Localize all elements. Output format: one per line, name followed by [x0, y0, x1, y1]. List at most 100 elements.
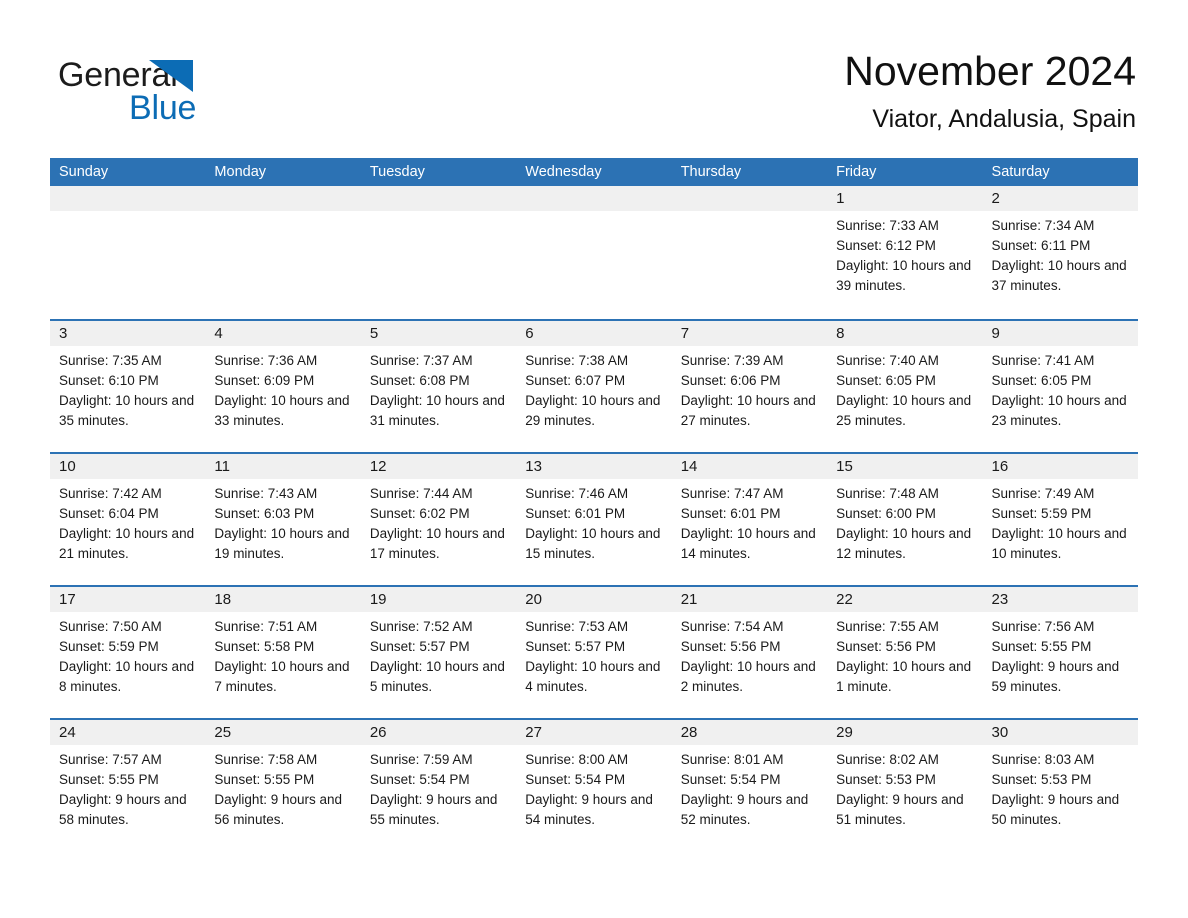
day-cell[interactable]: 22 Sunrise: 7:55 AM Sunset: 5:56 PM Dayl…	[827, 587, 983, 718]
sunset-text: Sunset: 5:59 PM	[59, 639, 159, 654]
day-cell[interactable]: 20 Sunrise: 7:53 AM Sunset: 5:57 PM Dayl…	[516, 587, 672, 718]
daylight-text: Daylight: 10 hours and 25 minutes.	[836, 393, 972, 428]
daylight-text: Daylight: 10 hours and 7 minutes.	[214, 659, 350, 694]
day-number: 9	[991, 325, 1000, 342]
day-cell[interactable]: 14 Sunrise: 7:47 AM Sunset: 6:01 PM Dayl…	[671, 454, 828, 585]
day-cell[interactable]	[671, 186, 828, 319]
day-cell[interactable]: 28 Sunrise: 8:01 AM Sunset: 5:54 PM Dayl…	[671, 720, 828, 851]
day-number: 26	[369, 724, 387, 741]
day-cell[interactable]	[516, 186, 672, 319]
day-number: 2	[991, 190, 1000, 207]
day-cell[interactable]: 17 Sunrise: 7:50 AM Sunset: 5:59 PM Dayl…	[50, 587, 206, 718]
day-cell[interactable]: 10 Sunrise: 7:42 AM Sunset: 6:04 PM Dayl…	[50, 454, 206, 585]
day-cell[interactable]: 3 Sunrise: 7:35 AM Sunset: 6:10 PM Dayli…	[50, 321, 206, 452]
sunrise-text: Sunrise: 7:58 AM	[214, 752, 318, 767]
day-info	[205, 211, 360, 216]
sunrise-text: Sunrise: 7:35 AM	[59, 353, 162, 368]
day-info: Sunrise: 7:34 AM Sunset: 6:11 PM Dayligh…	[983, 211, 1138, 296]
sunset-text: Sunset: 6:08 PM	[369, 373, 470, 388]
day-number: 5	[369, 325, 379, 342]
day-cell[interactable]: 13 Sunrise: 7:46 AM Sunset: 6:01 PM Dayl…	[516, 454, 672, 585]
sunrise-text: Sunrise: 7:38 AM	[525, 353, 629, 368]
day-number: 7	[680, 325, 690, 342]
day-number: 15	[836, 458, 853, 475]
day-cell[interactable]: 26 Sunrise: 7:59 AM Sunset: 5:54 PM Dayl…	[360, 720, 517, 851]
day-cell[interactable]: 24 Sunrise: 7:57 AM Sunset: 5:55 PM Dayl…	[50, 720, 206, 851]
day-info: Sunrise: 8:03 AM Sunset: 5:53 PM Dayligh…	[983, 745, 1138, 830]
sunrise-text: Sunrise: 7:39 AM	[680, 353, 784, 368]
sunset-text: Sunset: 6:01 PM	[680, 506, 781, 521]
day-cell[interactable]: 9 Sunrise: 7:41 AM Sunset: 6:05 PM Dayli…	[982, 321, 1138, 452]
day-number: 11	[214, 458, 230, 475]
daylight-text: Daylight: 10 hours and 12 minutes.	[836, 526, 972, 561]
sunrise-text: Sunrise: 7:37 AM	[369, 353, 473, 368]
sunset-text: Sunset: 6:11 PM	[991, 238, 1091, 253]
day-info	[50, 211, 205, 216]
sunrise-text: Sunrise: 7:52 AM	[369, 619, 473, 634]
daylight-text: Daylight: 10 hours and 14 minutes.	[680, 526, 816, 561]
day-cell[interactable]	[205, 186, 361, 319]
day-cell[interactable]: 4 Sunrise: 7:36 AM Sunset: 6:09 PM Dayli…	[205, 321, 361, 452]
day-cell[interactable]: 12 Sunrise: 7:44 AM Sunset: 6:02 PM Dayl…	[360, 454, 517, 585]
day-number: 10	[59, 458, 76, 475]
sunrise-text: Sunrise: 7:33 AM	[836, 218, 939, 233]
day-cell[interactable]: 5 Sunrise: 7:37 AM Sunset: 6:08 PM Dayli…	[360, 321, 517, 452]
page-header: General Blue November 2024 Viator, Andal…	[0, 0, 1188, 158]
daylight-text: Daylight: 10 hours and 2 minutes.	[680, 659, 816, 694]
day-number	[672, 186, 827, 211]
daylight-text: Daylight: 9 hours and 50 minutes.	[991, 792, 1120, 827]
day-cell[interactable]	[360, 186, 517, 319]
sunset-text: Sunset: 5:54 PM	[525, 772, 626, 787]
sunrise-text: Sunrise: 7:40 AM	[836, 353, 939, 368]
day-cell[interactable]: 19 Sunrise: 7:52 AM Sunset: 5:57 PM Dayl…	[360, 587, 517, 718]
sunset-text: Sunset: 6:06 PM	[680, 373, 781, 388]
day-cell[interactable]: 23 Sunrise: 7:56 AM Sunset: 5:55 PM Dayl…	[982, 587, 1138, 718]
day-info: Sunrise: 7:49 AM Sunset: 5:59 PM Dayligh…	[983, 479, 1138, 564]
day-cell[interactable]: 30 Sunrise: 8:03 AM Sunset: 5:53 PM Dayl…	[982, 720, 1138, 851]
day-number: 3	[59, 325, 68, 342]
day-cell[interactable]: 2 Sunrise: 7:34 AM Sunset: 6:11 PM Dayli…	[982, 186, 1138, 319]
day-info: Sunrise: 7:47 AM Sunset: 6:01 PM Dayligh…	[672, 479, 827, 564]
day-cell[interactable]: 7 Sunrise: 7:39 AM Sunset: 6:06 PM Dayli…	[671, 321, 828, 452]
day-info: Sunrise: 7:36 AM Sunset: 6:09 PM Dayligh…	[205, 346, 360, 431]
day-cell[interactable]: 18 Sunrise: 7:51 AM Sunset: 5:58 PM Dayl…	[205, 587, 361, 718]
daylight-text: Daylight: 10 hours and 37 minutes.	[991, 258, 1127, 293]
day-cell[interactable]	[50, 186, 206, 319]
day-number: 28	[680, 724, 698, 741]
sunrise-text: Sunrise: 7:36 AM	[214, 353, 318, 368]
daylight-text: Daylight: 9 hours and 55 minutes.	[369, 792, 498, 827]
day-cell[interactable]: 8 Sunrise: 7:40 AM Sunset: 6:05 PM Dayli…	[827, 321, 983, 452]
day-cell[interactable]: 27 Sunrise: 8:00 AM Sunset: 5:54 PM Dayl…	[516, 720, 672, 851]
sunset-text: Sunset: 5:54 PM	[680, 772, 781, 787]
day-number: 14	[680, 458, 698, 475]
day-cell[interactable]: 25 Sunrise: 7:58 AM Sunset: 5:55 PM Dayl…	[205, 720, 361, 851]
sunset-text: Sunset: 5:53 PM	[836, 772, 936, 787]
week-row: 1 Sunrise: 7:33 AM Sunset: 6:12 PM Dayli…	[50, 186, 1138, 319]
day-info: Sunrise: 7:39 AM Sunset: 6:06 PM Dayligh…	[672, 346, 827, 431]
sunrise-text: Sunrise: 7:53 AM	[525, 619, 629, 634]
weekday-header-thursday: Thursday	[680, 164, 742, 180]
day-info: Sunrise: 7:46 AM Sunset: 6:01 PM Dayligh…	[516, 479, 671, 564]
day-cell[interactable]: 1 Sunrise: 7:33 AM Sunset: 6:12 PM Dayli…	[827, 186, 983, 319]
day-number: 13	[525, 458, 542, 475]
sunset-text: Sunset: 5:58 PM	[214, 639, 315, 654]
week-row: 10 Sunrise: 7:42 AM Sunset: 6:04 PM Dayl…	[50, 452, 1138, 585]
day-cell[interactable]: 15 Sunrise: 7:48 AM Sunset: 6:00 PM Dayl…	[827, 454, 983, 585]
daylight-text: Daylight: 10 hours and 15 minutes.	[525, 526, 661, 561]
weekday-header-monday: Monday	[214, 164, 267, 180]
sunset-text: Sunset: 6:02 PM	[369, 506, 470, 521]
sunset-text: Sunset: 6:04 PM	[59, 506, 159, 521]
sunset-text: Sunset: 5:53 PM	[991, 772, 1092, 787]
daylight-text: Daylight: 9 hours and 58 minutes.	[59, 792, 187, 827]
day-info: Sunrise: 7:40 AM Sunset: 6:05 PM Dayligh…	[827, 346, 982, 431]
day-cell[interactable]: 11 Sunrise: 7:43 AM Sunset: 6:03 PM Dayl…	[205, 454, 361, 585]
day-cell[interactable]: 21 Sunrise: 7:54 AM Sunset: 5:56 PM Dayl…	[671, 587, 828, 718]
sunrise-text: Sunrise: 7:48 AM	[836, 486, 939, 501]
day-cell[interactable]: 16 Sunrise: 7:49 AM Sunset: 5:59 PM Dayl…	[982, 454, 1138, 585]
sunset-text: Sunset: 5:55 PM	[991, 639, 1092, 654]
general-blue-logo[interactable]: General Blue	[58, 55, 288, 133]
day-cell[interactable]: 6 Sunrise: 7:38 AM Sunset: 6:07 PM Dayli…	[516, 321, 672, 452]
day-cell[interactable]: 29 Sunrise: 8:02 AM Sunset: 5:53 PM Dayl…	[827, 720, 983, 851]
sunrise-text: Sunrise: 7:59 AM	[369, 752, 473, 767]
sunrise-text: Sunrise: 7:43 AM	[214, 486, 318, 501]
